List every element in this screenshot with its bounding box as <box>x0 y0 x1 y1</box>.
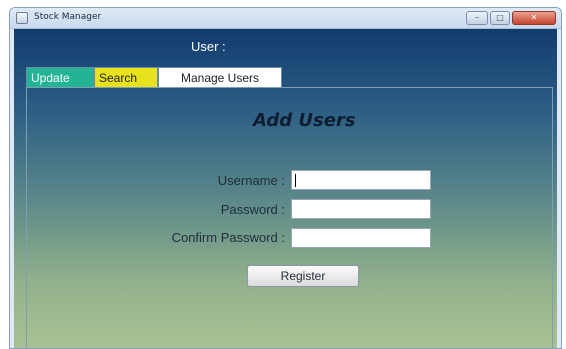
close-button[interactable]: ✕ <box>512 11 556 25</box>
manage-users-panel: Add Users Username : Password : Confirm … <box>26 87 553 348</box>
password-label: Password : <box>220 202 285 217</box>
username-input[interactable] <box>291 170 431 190</box>
user-label: User : <box>191 39 226 54</box>
text-caret <box>295 174 296 187</box>
app-icon <box>16 12 28 24</box>
app-window: Stock Manager – □ ✕ User : Update Search… <box>9 7 562 349</box>
minimize-button[interactable]: – <box>466 11 488 25</box>
tab-search[interactable]: Search <box>94 67 158 87</box>
password-input[interactable] <box>291 199 431 219</box>
tab-manage-users[interactable]: Manage Users <box>158 67 282 87</box>
maximize-button[interactable]: □ <box>490 11 510 25</box>
title-bar[interactable]: Stock Manager – □ ✕ <box>10 8 561 29</box>
confirm-password-label: Confirm Password : <box>171 230 285 245</box>
username-label: Username : <box>217 173 285 188</box>
register-button[interactable]: Register <box>247 265 359 287</box>
tab-update[interactable]: Update <box>26 67 94 87</box>
window-title: Stock Manager <box>34 12 102 22</box>
confirm-password-input[interactable] <box>291 228 431 248</box>
panel-title: Add Users <box>253 110 356 131</box>
main-area: User : Update Search Manage Users Add Us… <box>14 29 557 348</box>
